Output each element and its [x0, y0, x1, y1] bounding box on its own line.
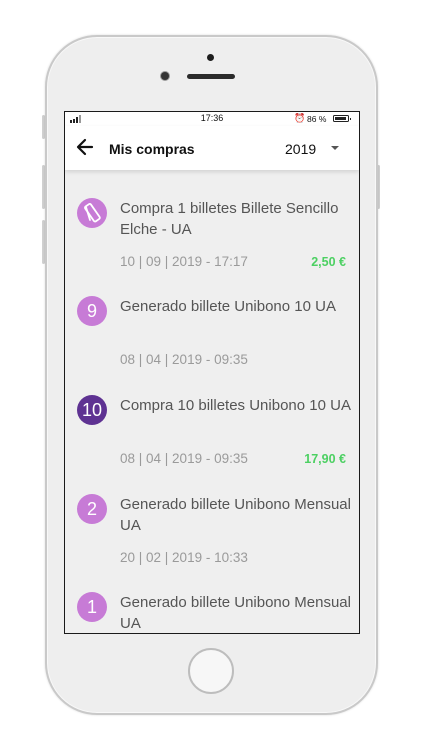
- app-screen: 17:36 ⏰ 86 % Mis compras 2019 Compra 1 b…: [64, 111, 360, 634]
- item-badge: 1: [77, 592, 107, 622]
- list-item[interactable]: Compra 1 billetes Billete Sencillo Elche…: [65, 170, 359, 269]
- back-arrow-icon[interactable]: [75, 137, 95, 157]
- item-badge: 2: [77, 494, 107, 524]
- list-item[interactable]: 1 Generado billete Unibono Mensual UA: [65, 564, 359, 633]
- app-bar: Mis compras 2019: [65, 126, 359, 170]
- front-camera-icon: [161, 72, 169, 80]
- battery-icon: [333, 115, 351, 122]
- earpiece-speaker: [187, 74, 235, 79]
- list-item[interactable]: 10 Compra 10 billetes Unibono 10 UA 08 |…: [65, 367, 359, 466]
- item-date: 20 | 02 | 2019 - 10:33: [120, 550, 248, 565]
- list-item[interactable]: 2 Generado billete Unibono Mensual UA 20…: [65, 466, 359, 565]
- alarm-icon: ⏰: [294, 113, 306, 123]
- page-title: Mis compras: [109, 141, 195, 157]
- item-title: Compra 10 billetes Unibono 10 UA: [120, 397, 351, 414]
- proximity-sensor: [207, 54, 214, 61]
- ticket-icon: [77, 198, 107, 228]
- item-title: Compra 1 billetes Billete Sencillo Elche…: [120, 200, 339, 238]
- item-date: 08 | 04 | 2019 - 09:35: [120, 352, 248, 367]
- status-bar: 17:36 ⏰ 86 %: [65, 112, 359, 126]
- battery-percentage: 86 %: [307, 114, 327, 124]
- year-select[interactable]: 2019: [285, 141, 316, 157]
- item-title: Generado billete Unibono 10 UA: [120, 298, 336, 315]
- item-title: Generado billete Unibono Mensual UA: [120, 496, 351, 534]
- home-button[interactable]: [188, 648, 234, 694]
- item-badge: 9: [77, 296, 107, 326]
- chevron-down-icon[interactable]: [331, 146, 339, 150]
- item-date: 10 | 09 | 2019 - 17:17: [120, 254, 248, 269]
- item-date: 08 | 04 | 2019 - 09:35: [120, 451, 248, 466]
- item-title: Generado billete Unibono Mensual UA: [120, 594, 351, 632]
- item-badge: 10: [77, 395, 107, 425]
- item-amount: 17,90 €: [304, 452, 346, 466]
- item-amount: 2,50 €: [311, 255, 346, 269]
- list-item[interactable]: 9 Generado billete Unibono 10 UA 08 | 04…: [65, 268, 359, 367]
